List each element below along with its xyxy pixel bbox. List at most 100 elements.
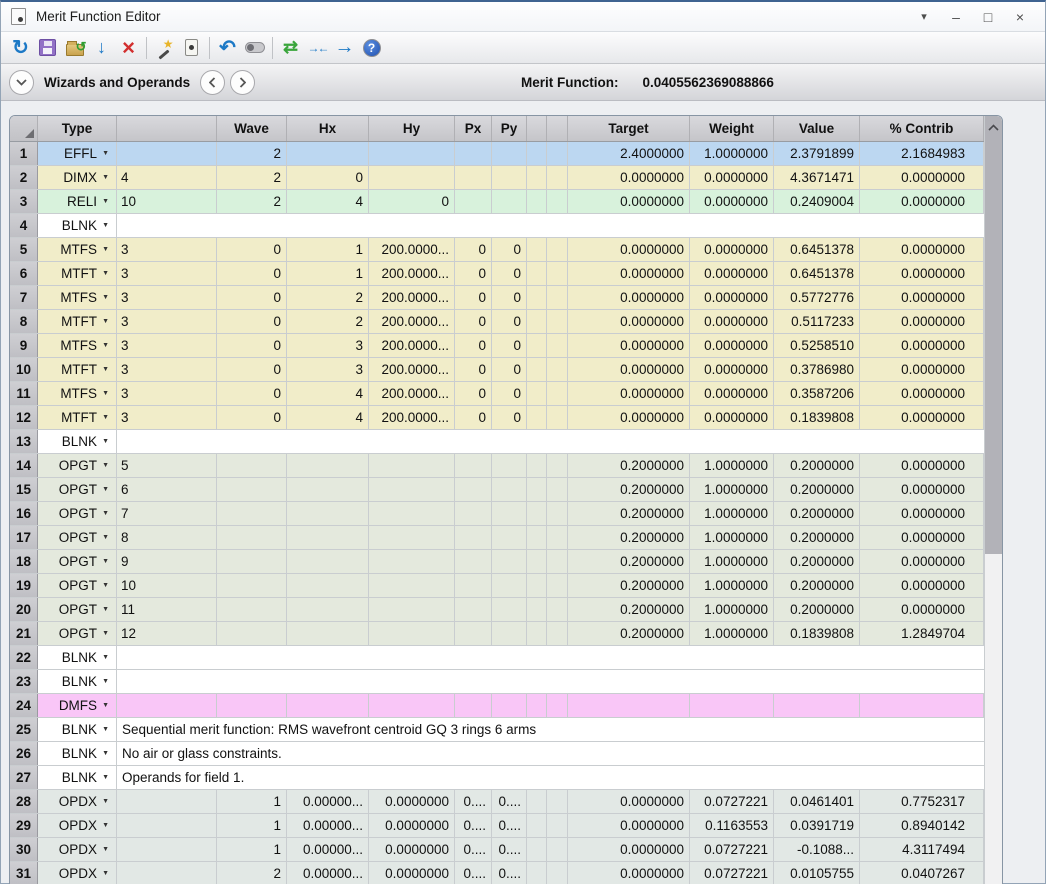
cell-contrib[interactable]: 0.0407267 [860, 862, 984, 884]
cell-hy[interactable]: 200.0000... [369, 406, 455, 429]
delete-operand-button[interactable]: × [115, 35, 142, 61]
row-number[interactable]: 25 [10, 718, 38, 741]
cell-wave[interactable]: 1 [217, 838, 287, 861]
cell-value[interactable]: 0.3786980 [774, 358, 860, 381]
cell-b1[interactable] [527, 142, 547, 165]
cell-contrib[interactable]: 2.1684983 [860, 142, 984, 165]
cell-px[interactable] [455, 478, 492, 501]
cell-hy[interactable]: 0.0000000 [369, 790, 455, 813]
cell-target[interactable]: 0.0000000 [568, 382, 690, 405]
operand-type-dropdown[interactable]: MTFT▼ [38, 310, 117, 333]
cell-hx[interactable] [287, 454, 369, 477]
cell-wave[interactable]: 2 [217, 862, 287, 884]
cell-weight[interactable]: 1.0000000 [690, 598, 774, 621]
cell-hx[interactable] [287, 526, 369, 549]
operand-type-dropdown[interactable]: RELI▼ [38, 190, 117, 213]
cell-b1[interactable] [527, 838, 547, 861]
cell-hy[interactable]: 0.0000000 [369, 814, 455, 837]
cell-target[interactable]: 0.0000000 [568, 190, 690, 213]
cell-b2[interactable] [547, 142, 568, 165]
cell-hx[interactable]: 4 [287, 406, 369, 429]
cell-hx[interactable]: 0.00000... [287, 790, 369, 813]
cell-value[interactable]: 0.2000000 [774, 550, 860, 573]
cell-b1[interactable] [527, 526, 547, 549]
operand-type-dropdown[interactable]: MTFT▼ [38, 358, 117, 381]
cell-b2[interactable] [547, 190, 568, 213]
cell-value[interactable]: 0.5772776 [774, 286, 860, 309]
cell-target[interactable]: 0.0000000 [568, 334, 690, 357]
cell-p1[interactable] [117, 142, 217, 165]
cell-value[interactable]: 0.6451378 [774, 262, 860, 285]
operand-type-dropdown[interactable]: BLNK▼ [38, 670, 117, 693]
cell-b2[interactable] [547, 382, 568, 405]
cell-target[interactable]: 0.2000000 [568, 622, 690, 645]
cell-hy[interactable]: 0.0000000 [369, 838, 455, 861]
cell-weight[interactable]: 1.0000000 [690, 142, 774, 165]
cell-contrib[interactable]: 0.0000000 [860, 550, 984, 573]
next-button[interactable] [230, 70, 255, 95]
comment-cell[interactable]: No air or glass constraints. [117, 742, 984, 765]
insert-operand-button[interactable]: ↓ [88, 35, 115, 61]
cell-weight[interactable] [690, 694, 774, 717]
cell-hx[interactable] [287, 502, 369, 525]
cell-contrib[interactable]: 0.0000000 [860, 478, 984, 501]
cell-py[interactable] [492, 454, 527, 477]
cell-target[interactable]: 0.2000000 [568, 478, 690, 501]
cell-p1[interactable] [117, 790, 217, 813]
cell-weight[interactable]: 1.0000000 [690, 574, 774, 597]
wizard-button[interactable]: ★ [151, 35, 178, 61]
cell-weight[interactable]: 0.0000000 [690, 358, 774, 381]
row-number[interactable]: 29 [10, 814, 38, 837]
row-number[interactable]: 27 [10, 766, 38, 789]
cell-contrib[interactable] [860, 694, 984, 717]
cell-p1[interactable]: 6 [117, 478, 217, 501]
cell-hx[interactable]: 0.00000... [287, 838, 369, 861]
minimize-button[interactable]: – [943, 6, 969, 28]
cell-b1[interactable] [527, 622, 547, 645]
cell-contrib[interactable]: 0.0000000 [860, 574, 984, 597]
cell-wave[interactable]: 0 [217, 238, 287, 261]
scroll-up-button[interactable] [985, 124, 1002, 131]
cell-hx[interactable] [287, 478, 369, 501]
cell-py[interactable] [492, 526, 527, 549]
cell-p1[interactable]: 3 [117, 286, 217, 309]
cell-weight[interactable]: 1.0000000 [690, 622, 774, 645]
cell-py[interactable]: 0 [492, 406, 527, 429]
cell-hx[interactable] [287, 694, 369, 717]
cell-p1[interactable]: 3 [117, 406, 217, 429]
cell-wave[interactable] [217, 502, 287, 525]
operand-type-dropdown[interactable]: OPGT▼ [38, 454, 117, 477]
operand-type-dropdown[interactable]: OPGT▼ [38, 502, 117, 525]
cell-weight[interactable]: 0.0000000 [690, 310, 774, 333]
row-number[interactable]: 23 [10, 670, 38, 693]
cell-wave[interactable]: 0 [217, 262, 287, 285]
cell-contrib[interactable]: 4.3117494 [860, 838, 984, 861]
cell-b1[interactable] [527, 286, 547, 309]
blank-cell[interactable] [117, 670, 984, 693]
cell-target[interactable]: 0.0000000 [568, 814, 690, 837]
operand-type-dropdown[interactable]: BLNK▼ [38, 430, 117, 453]
cell-b1[interactable] [527, 262, 547, 285]
cell-hx[interactable]: 0 [287, 166, 369, 189]
cell-hy[interactable]: 200.0000... [369, 238, 455, 261]
operand-type-dropdown[interactable]: DIMX▼ [38, 166, 117, 189]
cell-contrib[interactable]: 0.0000000 [860, 526, 984, 549]
cell-target[interactable]: 0.2000000 [568, 550, 690, 573]
save-button[interactable] [34, 35, 61, 61]
cell-b2[interactable] [547, 478, 568, 501]
cell-value[interactable]: 0.0461401 [774, 790, 860, 813]
cell-b1[interactable] [527, 550, 547, 573]
cell-b1[interactable] [527, 382, 547, 405]
cell-p1[interactable]: 4 [117, 166, 217, 189]
cell-px[interactable]: 0 [455, 310, 492, 333]
cell-b2[interactable] [547, 310, 568, 333]
cell-hy[interactable]: 0.0000000 [369, 862, 455, 884]
cell-value[interactable]: 0.1839808 [774, 406, 860, 429]
cell-wave[interactable] [217, 694, 287, 717]
cell-wave[interactable]: 0 [217, 286, 287, 309]
cell-contrib[interactable]: 0.0000000 [860, 406, 984, 429]
cell-target[interactable]: 0.2000000 [568, 526, 690, 549]
cell-b1[interactable] [527, 502, 547, 525]
cell-wave[interactable] [217, 550, 287, 573]
row-number[interactable]: 4 [10, 214, 38, 237]
